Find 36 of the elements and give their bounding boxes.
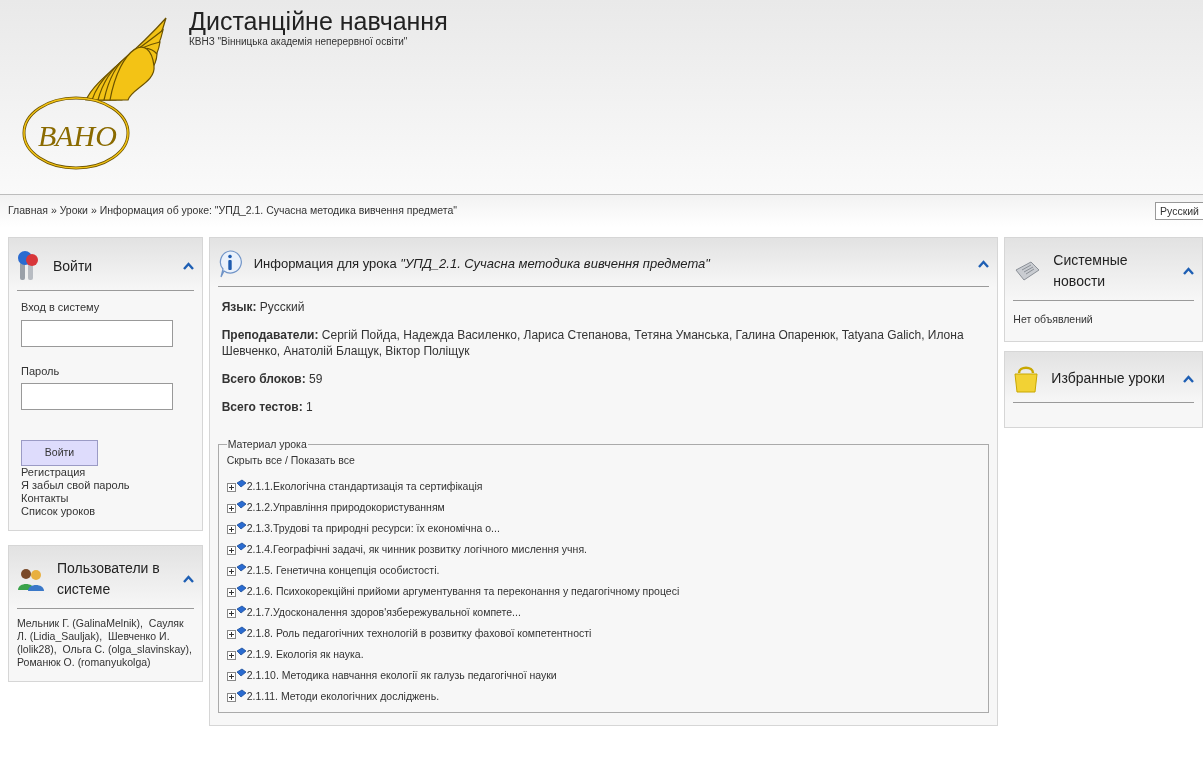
field-label: Вход в систему — [21, 300, 101, 315]
lesson-block-link[interactable]: 2.1.6. Психокорекційні прийоми аргументування та переконання у педагогічному процесі — [246, 584, 680, 600]
lesson-block-link[interactable]: 2.1.5. Генетична концепція особистості. — [246, 563, 440, 579]
panel-title: Системные новости — [1053, 251, 1129, 291]
lesson-info-text: Преподаватели: Сергій Пойда, Надежда Василенко, Лариса Степанова, Тетяна Уманська, Галина Опаренюк, Tatyana Galich, Илона Шевченко, Анатолій Блащук, Віктор Поліщук — [221, 327, 965, 359]
sidebar-link[interactable]: Регистрация — [21, 466, 86, 479]
lesson-info-text: Всего тестов: 1 — [221, 399, 314, 415]
panel-title: Войти — [53, 256, 94, 276]
lesson-block-link[interactable]: 2.1.2.Управління природокористуванням — [246, 500, 445, 516]
lesson-block-link[interactable]: 2.1.10. Методика навчання екології як галузь педагогічної науки — [246, 668, 557, 684]
material-legend: Материал урока — [226, 437, 308, 453]
lesson-block-link[interactable]: 2.1.11. Методи екологічних досліджень. — [246, 689, 440, 705]
sidebar-link[interactable]: Контакты — [21, 492, 69, 505]
panel-title: Пользователи в системе — [57, 559, 161, 599]
panel-title: Избранные уроки — [1051, 369, 1166, 388]
site-subtitle: КВНЗ "Вінницька академія неперервної освіти" — [189, 35, 409, 49]
language-select[interactable]: Русский — [1155, 202, 1203, 220]
sidebar-link[interactable]: Список уроков — [21, 505, 96, 518]
lesson-block-link[interactable]: 2.1.8. Роль педагогічних технологій в розвитку фахової компетентності — [246, 626, 592, 642]
lesson-block-link[interactable]: 2.1.1.Екологічна стандартизація та сертифікація — [246, 479, 483, 495]
lesson-block-link[interactable]: 2.1.9. Екологія як наука. — [246, 647, 364, 663]
online-users-text: Мельник Г. (GalinaMelnik), Сауляк Л. (Lidia_Sauljak), Шевченко И. (lolik28), Ольга С. (olga_slavinskay), Романюк О. (romanyukolga) — [17, 617, 193, 669]
login-button[interactable]: Войти — [21, 440, 98, 466]
lesson-block-link[interactable]: 2.1.3.Трудові та природні ресурси: їх економічна о... — [246, 521, 500, 537]
lesson-block-link[interactable]: 2.1.4.Географічні задачі, як чинник розвитку логічного мислення учня. — [246, 542, 587, 558]
toggle-all-link[interactable]: Скрыть все / Показать все — [226, 452, 981, 469]
sidebar-link[interactable]: Я забыл свой пароль — [21, 479, 130, 492]
logo-drawing: ВАНО — [16, 8, 181, 183]
site-title: Дистанційне навчання — [189, 8, 448, 34]
lesson-info-text: Язык: Русский — [221, 299, 306, 315]
field-label: Пароль — [21, 363, 61, 379]
lesson-block-link[interactable]: 2.1.7.Удосконалення здоров'язбережувальної компете... — [246, 605, 521, 621]
breadcrumb: Главная » Уроки » Информация об уроке: "УПД_2.1. Сучасна методика вивчення предмета" — [8, 203, 458, 219]
news-text: Нет объявлений — [1013, 313, 1093, 325]
lesson-info-text: Всего блоков: 59 — [221, 371, 324, 387]
panel-title: Информация для урока "УПД_2.1. Сучасна методика вивчення предмета" — [253, 255, 712, 274]
